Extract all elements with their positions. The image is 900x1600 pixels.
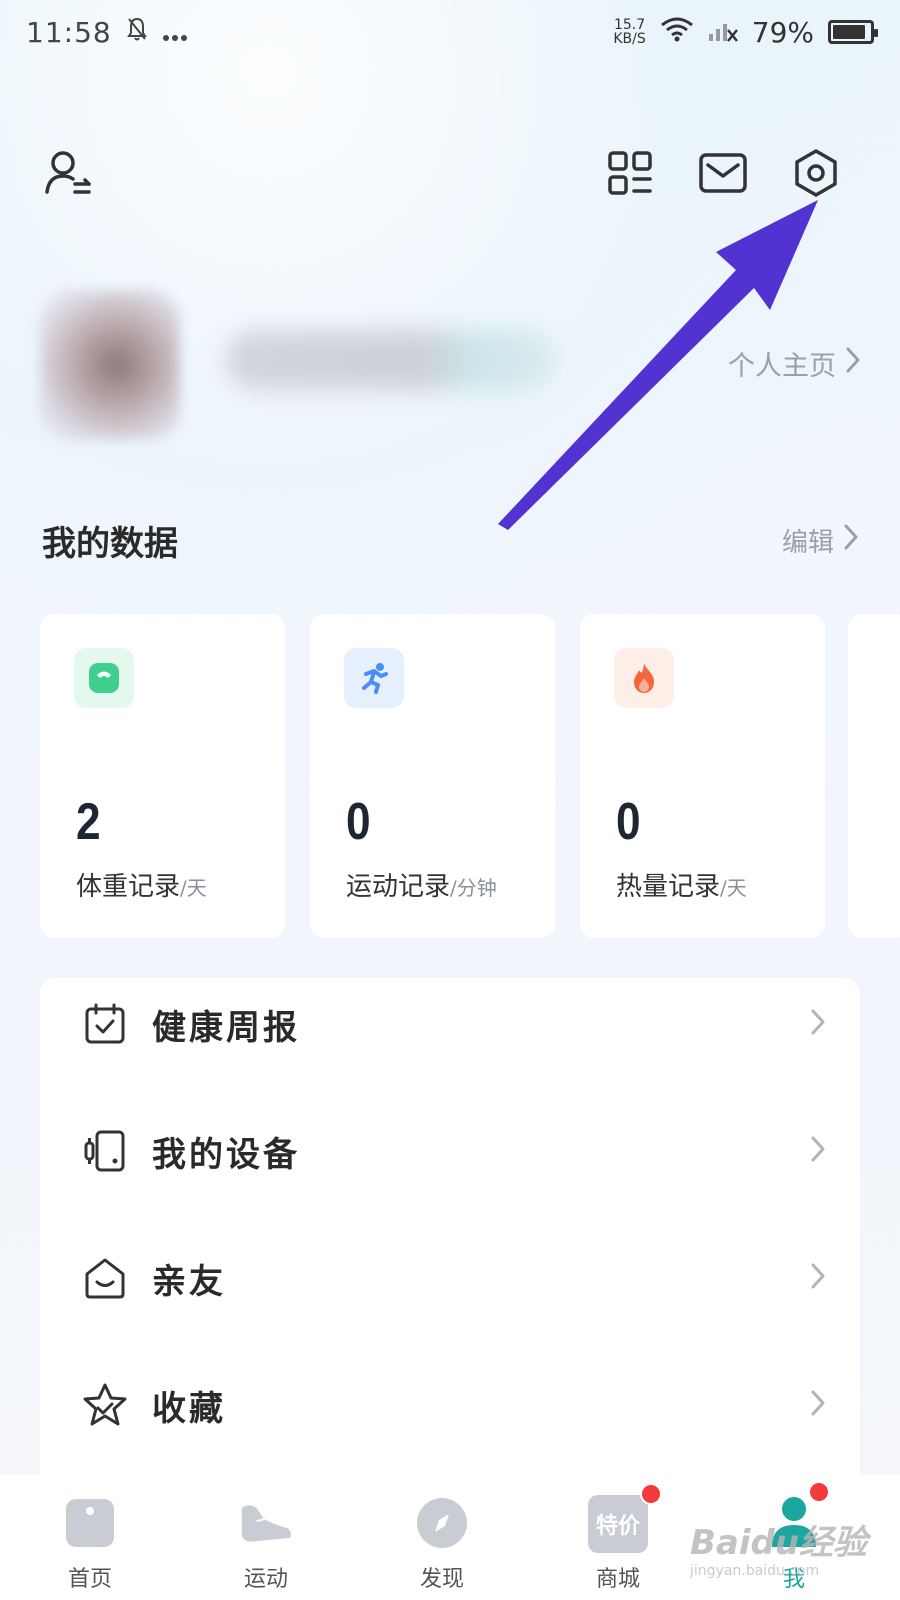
tab-discover[interactable]: 发现 <box>352 1475 532 1600</box>
baidu-watermark-url: jingyan.baidu.com <box>690 1563 820 1579</box>
home-icon <box>62 1495 118 1551</box>
menu-item-my-devices[interactable]: 我的设备 <box>40 1111 860 1191</box>
tab-mall[interactable]: 特价 商城 <box>528 1475 708 1600</box>
flame-icon <box>614 648 674 708</box>
menu-label-family-friends: 亲友 <box>152 1261 226 1302</box>
scale-icon <box>74 648 134 708</box>
menu-item-health-weekly[interactable]: 健康周报 <box>40 984 860 1064</box>
next-card-partial[interactable] <box>848 614 900 938</box>
tab-label-mall: 商城 <box>595 1567 640 1592</box>
my-data-title: 我的数据 <box>42 523 178 564</box>
tab-label-discover: 发现 <box>419 1567 464 1592</box>
menu-label-my-devices: 我的设备 <box>152 1134 300 1175</box>
data-cards: 2 体重记录/天 0 运动记录/分钟 0 热量记录/天 <box>40 614 900 938</box>
edit-label: 编辑 <box>781 527 834 558</box>
me-notification-dot <box>808 1481 830 1503</box>
menu-item-favorites[interactable]: 收藏 <box>40 1365 860 1445</box>
chevron-right-icon <box>810 1135 826 1167</box>
calorie-record-label: 热量记录/天 <box>616 872 747 902</box>
weight-record-card[interactable]: 2 体重记录/天 <box>40 614 285 938</box>
mall-notification-dot <box>640 1483 662 1505</box>
weight-record-label: 体重记录/天 <box>76 872 207 902</box>
calorie-record-card[interactable]: 0 热量记录/天 <box>580 614 825 938</box>
chevron-right-icon <box>810 1389 826 1421</box>
shop-badge-text: 特价 <box>595 1514 640 1539</box>
shoe-icon <box>238 1495 294 1551</box>
compass-icon <box>414 1495 470 1551</box>
tab-home[interactable]: 首页 <box>0 1475 180 1600</box>
edit-button[interactable]: 编辑 <box>782 522 858 559</box>
chevron-right-icon <box>810 1008 826 1040</box>
chevron-right-icon <box>810 1262 826 1294</box>
running-icon <box>344 648 404 708</box>
my-data-header: 我的数据 编辑 <box>42 515 858 565</box>
shop-icon: 特价 <box>588 1495 648 1553</box>
exercise-record-card[interactable]: 0 运动记录/分钟 <box>310 614 555 938</box>
annotation-arrow <box>498 200 818 530</box>
weight-record-value: 2 <box>76 793 101 851</box>
device-icon <box>82 1128 128 1174</box>
menu-label-health-weekly: 健康周报 <box>152 1007 300 1048</box>
chevron-right-icon <box>844 524 858 557</box>
exercise-record-value: 0 <box>346 793 371 851</box>
star-icon <box>82 1382 128 1428</box>
exercise-record-label: 运动记录/分钟 <box>346 872 497 902</box>
calorie-record-value: 0 <box>616 793 641 851</box>
menu-item-family-friends[interactable]: 亲友 <box>40 1238 860 1318</box>
house-icon <box>82 1255 128 1301</box>
tab-exercise[interactable]: 运动 <box>176 1475 356 1600</box>
menu-label-favorites: 收藏 <box>152 1388 226 1429</box>
calendar-check-icon <box>82 1001 128 1047</box>
tab-label-exercise: 运动 <box>243 1567 288 1592</box>
baidu-watermark: Baidu经验 <box>690 1523 868 1563</box>
tab-label-home: 首页 <box>67 1567 112 1592</box>
menu-list: 健康周报 我的设备 亲友 收藏 <box>40 978 860 1498</box>
